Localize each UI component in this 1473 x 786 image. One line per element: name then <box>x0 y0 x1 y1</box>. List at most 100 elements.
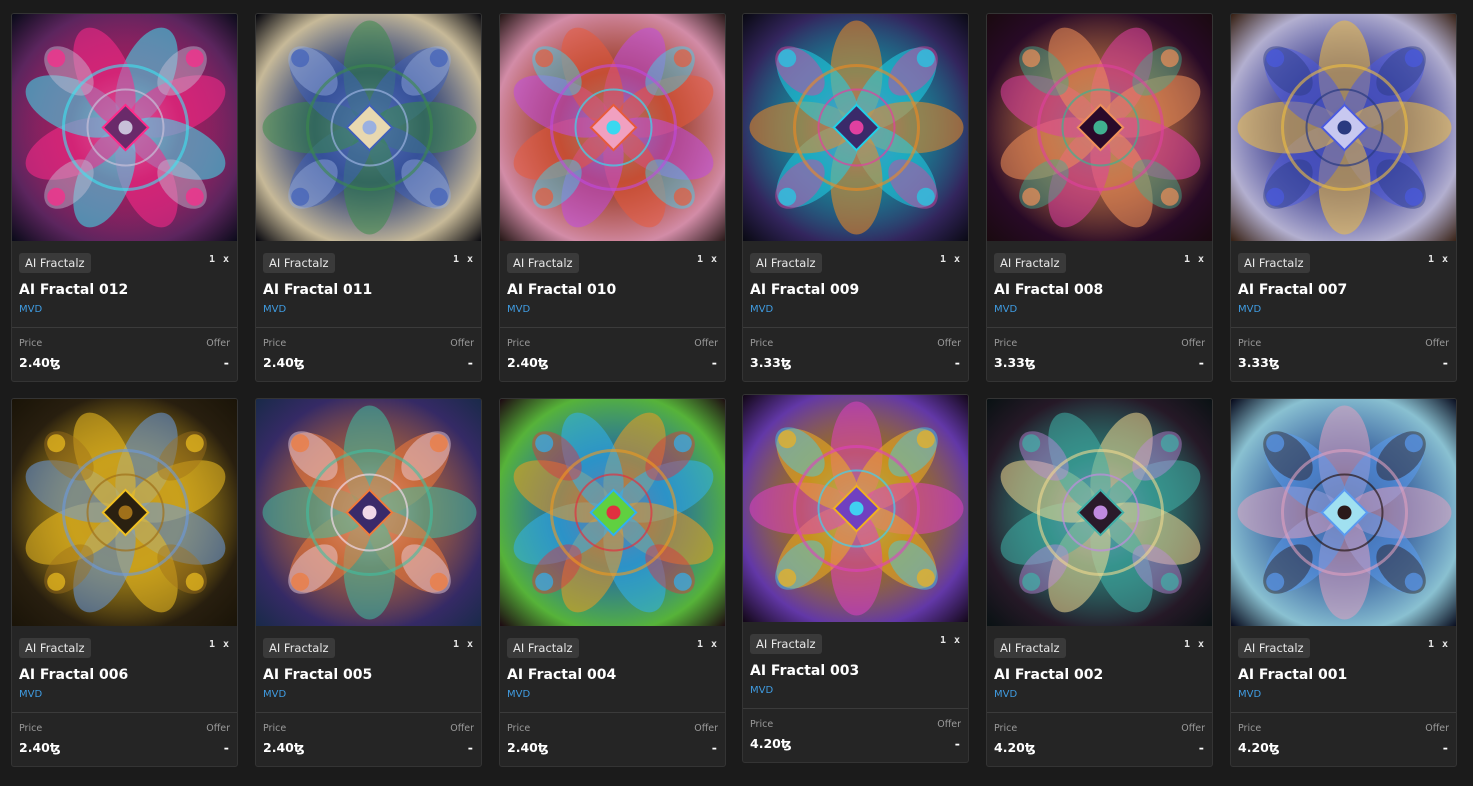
collection-tag[interactable]: AI Fractalz <box>1238 638 1310 658</box>
creator-link[interactable]: MVD <box>1238 304 1261 315</box>
collection-tag[interactable]: AI Fractalz <box>750 253 822 273</box>
collection-tag[interactable]: AI Fractalz <box>750 634 822 654</box>
nft-card[interactable]: AI Fractalz 1 x AI Fractal 012 MVD Price Offe… <box>11 13 238 382</box>
offer-label: Offer <box>206 338 230 349</box>
nft-card[interactable]: AI Fractalz 1 x AI Fractal 005 MVD Price Offe… <box>255 398 482 767</box>
collection-tag[interactable]: AI Fractalz <box>507 253 579 273</box>
nft-title[interactable]: AI Fractal 012 <box>19 282 128 298</box>
nft-thumbnail[interactable] <box>1231 14 1456 241</box>
edition-count: 1 x <box>939 254 961 265</box>
price-value: 4.20ꜩ <box>750 736 792 751</box>
card-divider <box>987 327 1212 328</box>
creator-link[interactable]: MVD <box>507 304 530 315</box>
nft-title[interactable]: AI Fractal 006 <box>19 667 128 683</box>
nft-thumbnail[interactable] <box>743 395 968 622</box>
fractal-artwork-image <box>500 399 725 626</box>
price-label: Price <box>19 723 43 734</box>
nft-title[interactable]: AI Fractal 003 <box>750 663 859 679</box>
offer-label: Offer <box>1181 723 1205 734</box>
creator-link[interactable]: MVD <box>19 689 42 700</box>
collection-tag[interactable]: AI Fractalz <box>263 638 335 658</box>
nft-title[interactable]: AI Fractal 007 <box>1238 282 1347 298</box>
price-label: Price <box>507 338 531 349</box>
nft-card[interactable]: AI Fractalz 1 x AI Fractal 008 MVD Price Offe… <box>986 13 1213 382</box>
nft-title[interactable]: AI Fractal 010 <box>507 282 616 298</box>
fractal-artwork-image <box>743 395 968 622</box>
card-divider <box>500 327 725 328</box>
nft-title[interactable]: AI Fractal 002 <box>994 667 1103 683</box>
creator-link[interactable]: MVD <box>994 304 1017 315</box>
offer-value: - <box>1198 740 1204 755</box>
creator-link[interactable]: MVD <box>263 689 286 700</box>
collection-tag[interactable]: AI Fractalz <box>19 253 91 273</box>
card-divider <box>1231 712 1456 713</box>
card-divider <box>500 712 725 713</box>
offer-label: Offer <box>937 719 961 730</box>
nft-card[interactable]: AI Fractalz 1 x AI Fractal 003 MVD Price Offe… <box>742 394 969 763</box>
price-label: Price <box>1238 338 1262 349</box>
creator-link[interactable]: MVD <box>750 304 773 315</box>
nft-card[interactable]: AI Fractalz 1 x AI Fractal 002 MVD Price Offe… <box>986 398 1213 767</box>
nft-title[interactable]: AI Fractal 008 <box>994 282 1103 298</box>
nft-thumbnail[interactable] <box>1231 399 1456 626</box>
collection-tag[interactable]: AI Fractalz <box>507 638 579 658</box>
price-label: Price <box>1238 723 1262 734</box>
creator-link[interactable]: MVD <box>263 304 286 315</box>
price-label: Price <box>507 723 531 734</box>
creator-link[interactable]: MVD <box>994 689 1017 700</box>
creator-link[interactable]: MVD <box>507 689 530 700</box>
price-value: 2.40ꜩ <box>263 355 305 370</box>
creator-link[interactable]: MVD <box>1238 689 1261 700</box>
price-value: 2.40ꜩ <box>19 355 61 370</box>
nft-card[interactable]: AI Fractalz 1 x AI Fractal 001 MVD Price Offe… <box>1230 398 1457 767</box>
nft-thumbnail[interactable] <box>500 14 725 241</box>
collection-tag[interactable]: AI Fractalz <box>1238 253 1310 273</box>
nft-thumbnail[interactable] <box>987 14 1212 241</box>
nft-card[interactable]: AI Fractalz 1 x AI Fractal 010 MVD Price Offe… <box>499 13 726 382</box>
card-divider <box>743 327 968 328</box>
nft-thumbnail[interactable] <box>743 14 968 241</box>
nft-thumbnail[interactable] <box>256 14 481 241</box>
nft-thumbnail[interactable] <box>12 399 237 626</box>
nft-card[interactable]: AI Fractalz 1 x AI Fractal 004 MVD Price Offe… <box>499 398 726 767</box>
offer-value: - <box>467 355 473 370</box>
collection-tag[interactable]: AI Fractalz <box>994 638 1066 658</box>
card-divider <box>256 712 481 713</box>
price-label: Price <box>263 723 287 734</box>
nft-thumbnail[interactable] <box>987 399 1212 626</box>
fractal-artwork-image <box>256 399 481 626</box>
fractal-artwork-image <box>743 14 968 241</box>
creator-link[interactable]: MVD <box>750 685 773 696</box>
price-value: 2.40ꜩ <box>19 740 61 755</box>
nft-title[interactable]: AI Fractal 001 <box>1238 667 1347 683</box>
fractal-artwork-image <box>987 399 1212 626</box>
nft-card[interactable]: AI Fractalz 1 x AI Fractal 006 MVD Price Offe… <box>11 398 238 767</box>
collection-tag[interactable]: AI Fractalz <box>263 253 335 273</box>
nft-thumbnail[interactable] <box>12 14 237 241</box>
price-label: Price <box>19 338 43 349</box>
fractal-artwork-image <box>1231 399 1456 626</box>
nft-thumbnail[interactable] <box>256 399 481 626</box>
price-value: 2.40ꜩ <box>263 740 305 755</box>
card-divider <box>256 327 481 328</box>
nft-card[interactable]: AI Fractalz 1 x AI Fractal 007 MVD Price Offe… <box>1230 13 1457 382</box>
creator-link[interactable]: MVD <box>19 304 42 315</box>
offer-value: - <box>1198 355 1204 370</box>
offer-label: Offer <box>1425 723 1449 734</box>
nft-thumbnail[interactable] <box>500 399 725 626</box>
offer-value: - <box>1442 355 1448 370</box>
nft-title[interactable]: AI Fractal 009 <box>750 282 859 298</box>
edition-count: 1 x <box>1427 254 1449 265</box>
nft-title[interactable]: AI Fractal 005 <box>263 667 372 683</box>
offer-label: Offer <box>1181 338 1205 349</box>
collection-tag[interactable]: AI Fractalz <box>19 638 91 658</box>
collection-tag[interactable]: AI Fractalz <box>994 253 1066 273</box>
fractal-artwork-image <box>12 14 237 241</box>
nft-title[interactable]: AI Fractal 004 <box>507 667 616 683</box>
nft-card[interactable]: AI Fractalz 1 x AI Fractal 009 MVD Price Offe… <box>742 13 969 382</box>
nft-title[interactable]: AI Fractal 011 <box>263 282 372 298</box>
nft-card[interactable]: AI Fractalz 1 x AI Fractal 011 MVD Price Offe… <box>255 13 482 382</box>
edition-count: 1 x <box>696 639 718 650</box>
edition-count: 1 x <box>208 639 230 650</box>
offer-value: - <box>223 355 229 370</box>
